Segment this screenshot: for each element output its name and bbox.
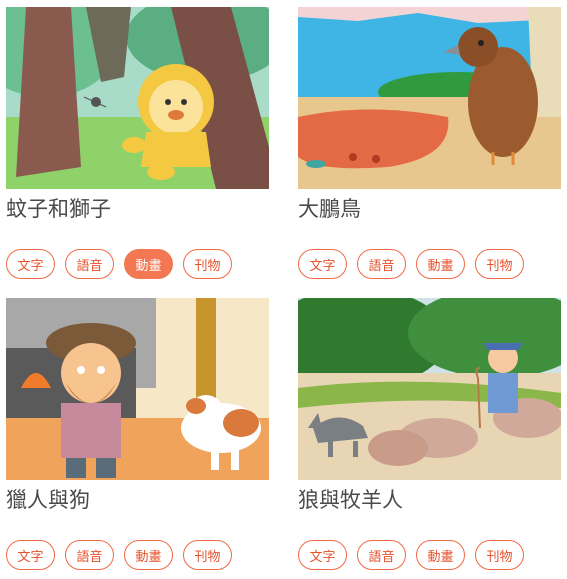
- story-thumbnail[interactable]: [298, 7, 561, 189]
- tag-text-button[interactable]: 文字: [6, 249, 55, 279]
- tag-text-button[interactable]: 文字: [298, 249, 347, 279]
- tag-animation-button[interactable]: 動畫: [416, 540, 465, 570]
- tag-publication-button[interactable]: 刊物: [183, 540, 232, 570]
- story-thumbnail[interactable]: [298, 298, 561, 480]
- tag-publication-button[interactable]: 刊物: [475, 540, 524, 570]
- story-title[interactable]: 獵人與狗: [6, 486, 90, 514]
- story-title[interactable]: 蚊子和獅子: [6, 195, 111, 223]
- tag-publication-button[interactable]: 刊物: [183, 249, 232, 279]
- tag-animation-button[interactable]: 動畫: [124, 249, 173, 279]
- tag-animation-button[interactable]: 動畫: [416, 249, 465, 279]
- tag-audio-button[interactable]: 語音: [357, 540, 406, 570]
- tag-audio-button[interactable]: 語音: [357, 249, 406, 279]
- tag-audio-button[interactable]: 語音: [65, 540, 114, 570]
- tag-text-button[interactable]: 文字: [6, 540, 55, 570]
- story-title[interactable]: 狼與牧羊人: [298, 486, 403, 514]
- tag-text-button[interactable]: 文字: [298, 540, 347, 570]
- story-thumbnail[interactable]: [6, 7, 269, 189]
- story-thumbnail[interactable]: [6, 298, 269, 480]
- story-title[interactable]: 大鵬鳥: [298, 195, 361, 223]
- tag-animation-button[interactable]: 動畫: [124, 540, 173, 570]
- tag-audio-button[interactable]: 語音: [65, 249, 114, 279]
- tag-publication-button[interactable]: 刊物: [475, 249, 524, 279]
